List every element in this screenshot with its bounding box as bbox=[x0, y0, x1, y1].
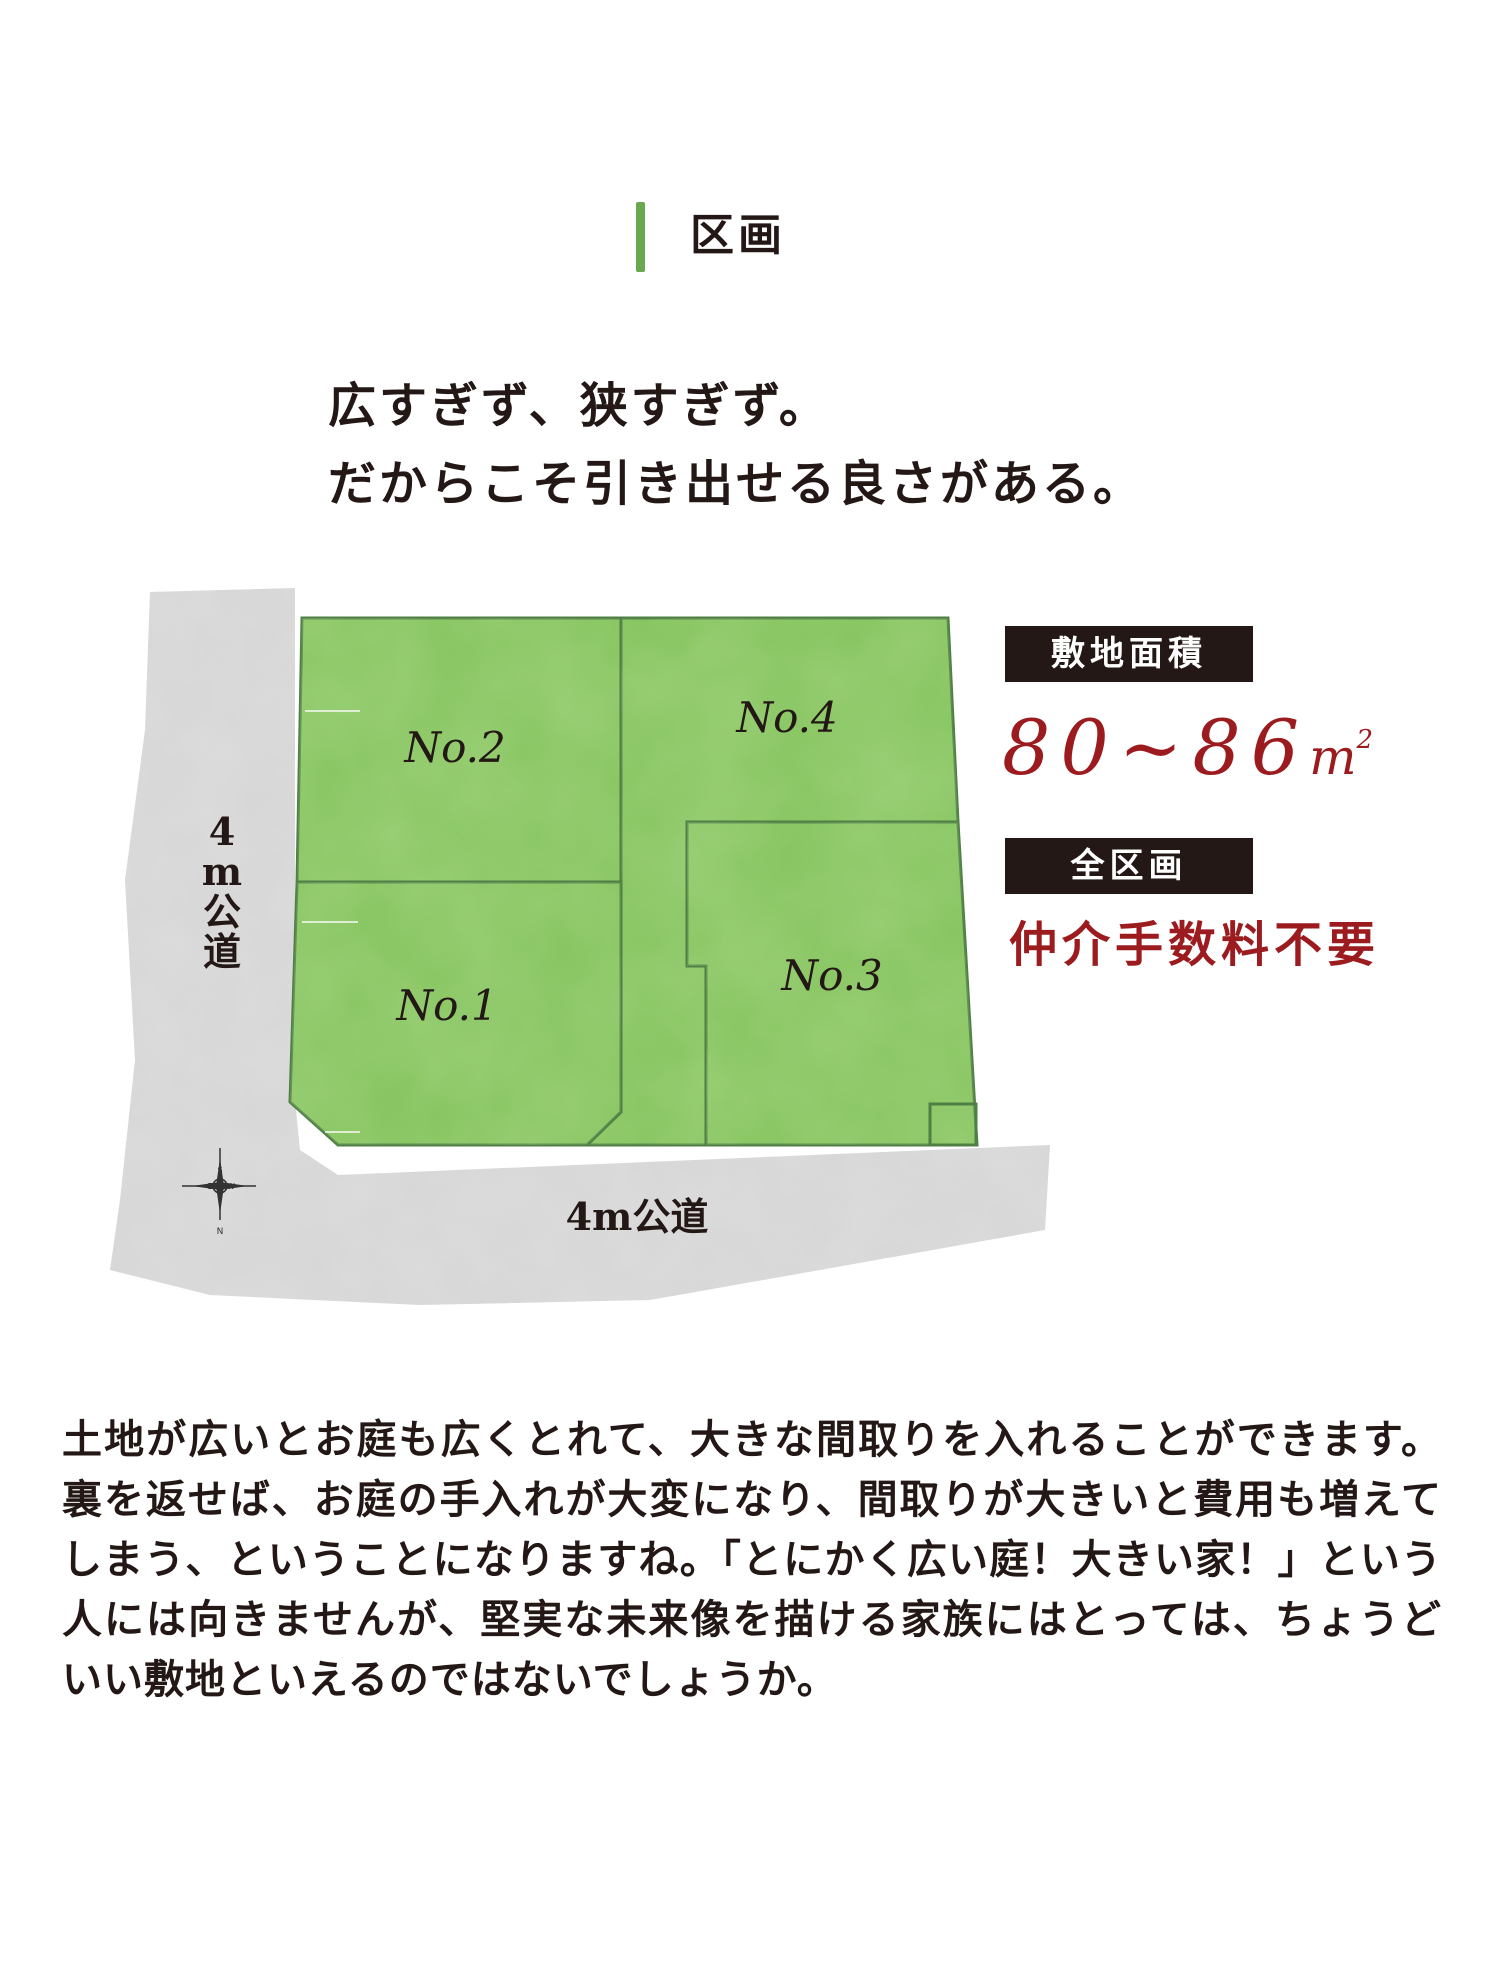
section-header: 区画 bbox=[0, 198, 1501, 278]
plot-label: No.3 bbox=[780, 951, 882, 1000]
section-title: 区画 bbox=[690, 210, 786, 261]
road-label-west-char: 公 bbox=[203, 889, 241, 934]
road-label-west-char: 4 bbox=[209, 809, 235, 854]
road-label-south: 4m公道 bbox=[566, 1194, 709, 1239]
road-label-west-char: 道 bbox=[203, 929, 241, 974]
plot-map: No.2 No.4 No.1 No.3 4 m 公道 4m公道 S W E N bbox=[110, 588, 1050, 1305]
plot-no-2[interactable]: No.2 bbox=[295, 616, 623, 884]
site-area-label: 敷地面積 bbox=[1005, 626, 1253, 682]
plot-no-3[interactable]: No.3 bbox=[685, 820, 979, 1147]
compass-e: E bbox=[207, 1182, 212, 1191]
road-label-west-char: m bbox=[202, 849, 242, 894]
description-paragraph: 土地が広いとお庭も広くとれて、大きな間取りを入れることができます。裏を返せば、お… bbox=[62, 1417, 1442, 1703]
plot-label: No.1 bbox=[395, 981, 497, 1030]
all-plots-label: 全区画 bbox=[1005, 838, 1253, 894]
section-header-bar bbox=[636, 202, 645, 272]
compass-n: N bbox=[217, 1227, 224, 1237]
site-area-unit-sup: 2 bbox=[1356, 725, 1374, 755]
site-area-value: 80~86m2 bbox=[1002, 692, 1373, 805]
headline-line-1: 広すぎず、狭すぎず。 bbox=[328, 378, 830, 434]
site-area-number: 80~86 bbox=[1002, 703, 1310, 792]
headline-line-2: だからこそ引き出せる良さがある。 bbox=[328, 456, 1145, 512]
compass-s: S bbox=[217, 1166, 222, 1175]
plot-label: No.2 bbox=[403, 723, 505, 772]
site-area-unit: m2 bbox=[1309, 725, 1374, 786]
plot-label: No.4 bbox=[735, 693, 837, 742]
site-area-unit-base: m bbox=[1309, 728, 1357, 786]
brokerage-fee-text: 仲介手数料不要 bbox=[1009, 917, 1381, 973]
compass-w: W bbox=[227, 1182, 235, 1191]
